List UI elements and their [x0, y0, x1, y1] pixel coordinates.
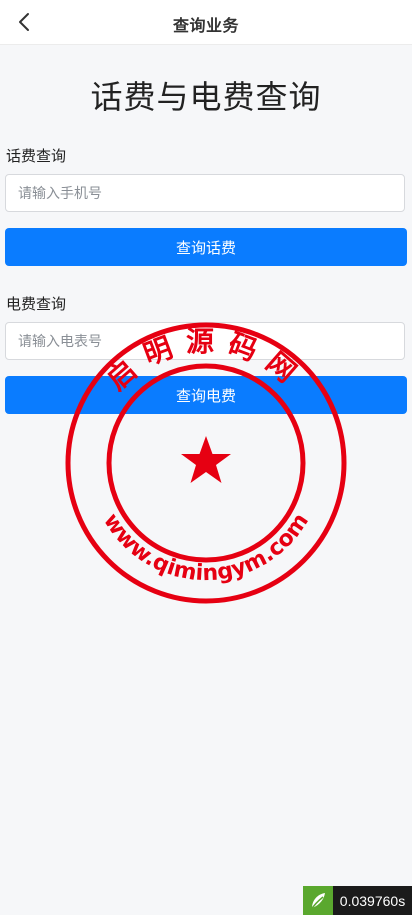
query-electric-bill-button[interactable]: 查询电费 — [5, 376, 407, 414]
seal-outer-ring — [65, 322, 347, 604]
star-icon — [181, 436, 231, 483]
meter-number-input[interactable] — [5, 322, 405, 360]
phone-number-input[interactable] — [5, 174, 405, 212]
electric-section-label: 电费查询 — [6, 296, 67, 313]
nav-title: 查询业务 — [172, 18, 239, 35]
phone-section-label: 话费查询 — [6, 148, 67, 165]
page-title: 话费与电费查询 — [90, 79, 322, 115]
performance-badge: 0.039760s — [303, 886, 412, 915]
load-time-text: 0.039760s — [333, 886, 412, 915]
query-phone-bill-button[interactable]: 查询话费 — [5, 228, 407, 266]
leaf-logo-icon — [303, 886, 333, 915]
watermark-seal: 启明源码网 www.qimingym.com — [65, 322, 347, 604]
seal-bottom-text: www.qimingym.com — [98, 509, 314, 586]
top-nav-bar: 查询业务 — [0, 0, 412, 45]
